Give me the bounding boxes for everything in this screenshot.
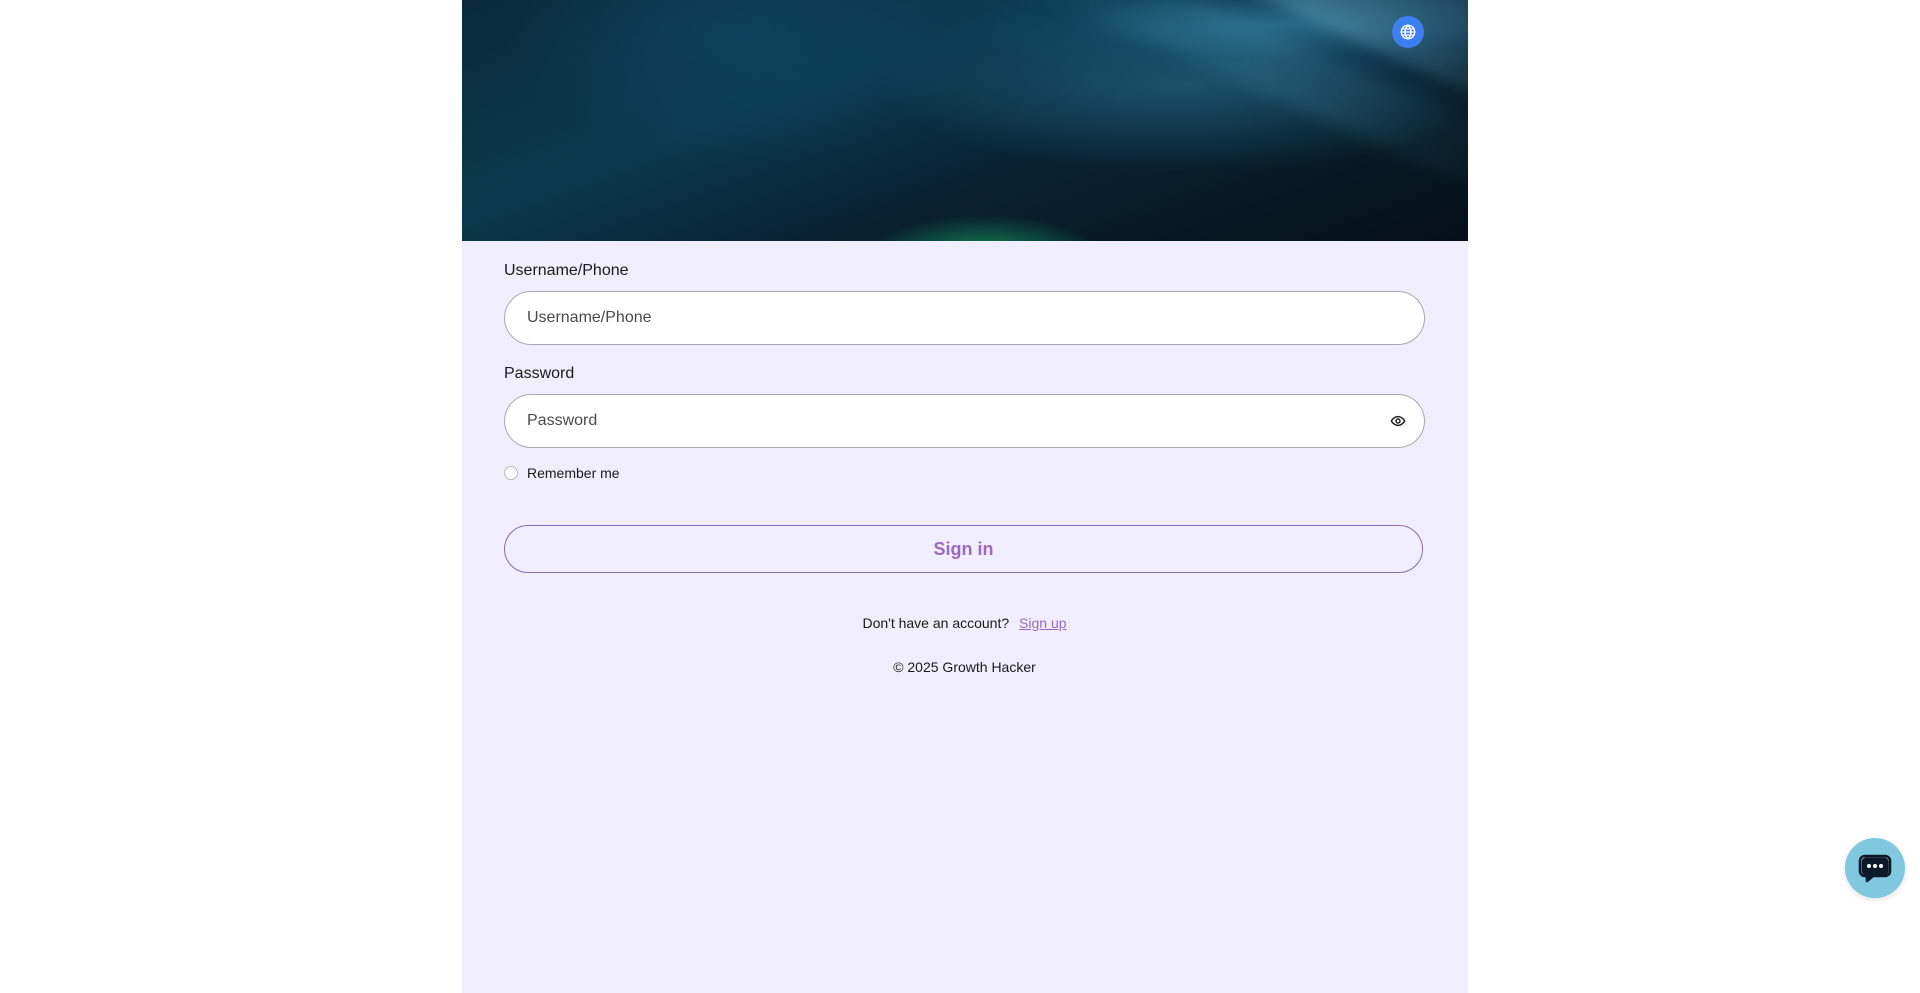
signup-prompt: Don't have an account? Sign up xyxy=(504,615,1425,631)
login-page: Username/Phone Password Remember me Sign… xyxy=(0,0,1920,993)
chat-bubble-icon xyxy=(1858,854,1892,883)
remember-me-radio[interactable] xyxy=(504,466,518,480)
password-field-wrapper xyxy=(504,394,1425,448)
sign-in-button[interactable]: Sign in xyxy=(504,525,1423,573)
username-input[interactable] xyxy=(527,292,1387,344)
sign-up-link[interactable]: Sign up xyxy=(1019,615,1066,631)
globe-icon xyxy=(1400,24,1416,40)
login-panel: Username/Phone Password Remember me Sign… xyxy=(462,0,1468,993)
copyright-text: © 2025 Growth Hacker xyxy=(893,659,1036,675)
no-account-text: Don't have an account? xyxy=(862,615,1010,631)
username-label: Username/Phone xyxy=(504,262,629,279)
password-input[interactable] xyxy=(527,395,1387,447)
chat-button[interactable] xyxy=(1845,838,1905,898)
remember-me-option[interactable]: Remember me xyxy=(504,465,620,481)
username-field-wrapper xyxy=(504,291,1425,345)
password-label: Password xyxy=(504,365,575,382)
language-button[interactable] xyxy=(1392,16,1424,48)
remember-me-label: Remember me xyxy=(527,465,620,481)
eye-icon[interactable] xyxy=(1390,413,1406,429)
hero-banner xyxy=(462,0,1468,241)
